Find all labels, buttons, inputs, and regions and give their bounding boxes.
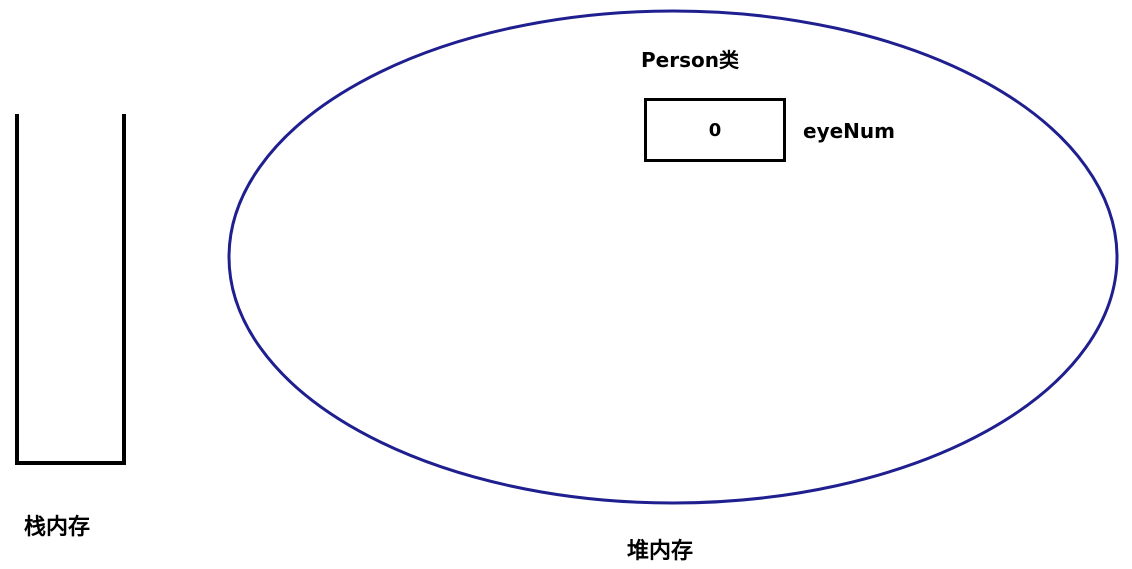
memory-diagram: Person类 0 eyeNum 栈内存 堆内存 <box>0 0 1132 569</box>
field-name-label: eyeNum <box>803 119 895 143</box>
stack-memory-shape <box>15 114 126 465</box>
field-value-box: 0 <box>644 98 786 162</box>
field-value: 0 <box>708 119 722 141</box>
person-class-label: Person类 <box>641 48 739 72</box>
heap-memory-ellipse <box>227 9 1119 505</box>
stack-memory-label: 栈内存 <box>24 515 91 540</box>
heap-memory-label: 堆内存 <box>627 539 694 564</box>
diagram-shapes <box>15 9 1119 505</box>
